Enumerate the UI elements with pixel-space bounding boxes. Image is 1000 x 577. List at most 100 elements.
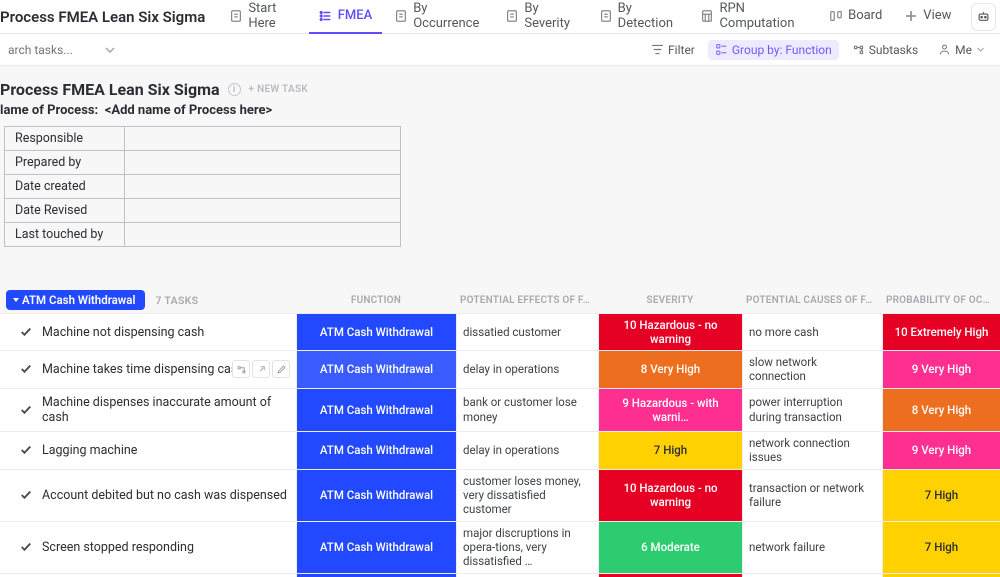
causes-cell[interactable]: network connection issues [742,432,882,469]
task-name-cell[interactable]: Account debited but no cash was dispense… [0,470,296,521]
function-cell[interactable]: ATM Cash Withdrawal [296,314,456,350]
severity-cell[interactable]: 10 Hazardous - no warning [598,470,742,521]
check-icon[interactable] [20,444,32,456]
meta-value [125,223,401,247]
view-tab-rpn-computation[interactable]: RPN Computation [690,0,817,34]
causes-cell[interactable]: network failure [742,522,882,573]
column-header[interactable]: PROBABILITY OF OCCURRE… [882,295,1000,306]
check-icon[interactable] [20,326,32,338]
view-tab-start-here[interactable]: Start Here [219,0,306,34]
task-name-cell[interactable]: Machine dispenses inaccurate amount of c… [0,389,296,431]
task-row[interactable]: Lagging machineATM Cash Withdrawaldelay … [0,431,1000,469]
meta-key: Date created [5,175,125,199]
me-control[interactable]: Me [931,40,992,60]
view-tab-board[interactable]: Board [819,0,892,34]
severity-cell[interactable]: 9 Hazardous - with warni… [598,389,742,431]
task-name-cell[interactable]: Machine not dispensing cash [0,314,296,350]
task-count: 7 TASKS [155,294,198,307]
effects-cell[interactable]: customer loses money, very dissatisfied … [456,470,598,521]
subtask-icon[interactable] [232,360,250,378]
person-icon [938,43,951,56]
probability-cell[interactable]: 7 High [882,522,1000,573]
probability-cell[interactable]: 10 Extremely High [882,314,1000,350]
effects-cell[interactable]: delay in operations [456,432,598,469]
subtasks-control[interactable]: Subtasks [845,40,925,60]
view-tab-fmea[interactable]: FMEA [309,0,383,34]
view-tab-by-detection[interactable]: By Detection [589,0,689,34]
task-name-cell[interactable]: Screen stopped responding [0,522,296,573]
severity-cell[interactable]: 6 Moderate [598,522,742,573]
meta-row: Last touched by [5,223,401,247]
function-cell[interactable]: ATM Cash Withdrawal [296,432,456,469]
task-name-cell[interactable]: Machine takes time dispensing cash [0,351,296,388]
effects-cell[interactable]: delay in operations [456,351,598,388]
task-row[interactable]: Machine dispenses inaccurate amount of c… [0,388,1000,431]
view-tab-by-occurrence[interactable]: By Occurrence [384,0,493,34]
row-hover-actions [232,360,290,378]
task-row[interactable]: Screen stopped respondingATM Cash Withdr… [0,521,1000,573]
content-area: Process FMEA Lean Six Sigma i + NEW TASK… [0,66,1000,577]
severity-cell[interactable]: 7 High [598,432,742,469]
function-cell[interactable]: ATM Cash Withdrawal [296,351,456,388]
group-badge[interactable]: ATM Cash Withdrawal [6,290,145,310]
task-name: Machine dispenses inaccurate amount of c… [42,395,288,425]
function-cell[interactable]: ATM Cash Withdrawal [296,389,456,431]
column-header[interactable]: FUNCTION [296,295,456,306]
doc-icon [394,9,408,23]
effects-cell[interactable]: bank or customer lose money [456,389,598,431]
probability-cell[interactable]: 7 High [882,470,1000,521]
meta-key: Responsible [5,127,125,151]
search-input[interactable] [8,43,98,57]
process-name-value: <Add name of Process here> [105,103,273,118]
probability-cell[interactable]: 9 Very High [882,351,1000,388]
task-group: ATM Cash Withdrawal 7 TASKS FUNCTIONPOTE… [0,287,1000,577]
page-title: Process FMEA Lean Six Sigma [0,8,217,26]
check-icon[interactable] [20,489,32,501]
causes-cell[interactable]: slow network connection [742,351,882,388]
task-name: Account debited but no cash was dispense… [42,488,287,503]
function-cell[interactable]: ATM Cash Withdrawal [296,522,456,573]
new-task-button[interactable]: + NEW TASK [249,84,309,95]
info-icon[interactable]: i [228,83,241,96]
probability-cell[interactable]: 8 Very High [882,389,1000,431]
causes-cell[interactable]: transaction or network failure [742,470,882,521]
task-row[interactable]: Card stuck in the machineATM Cash Withdr… [0,573,1000,577]
column-header[interactable]: POTENTIAL EFFECTS OF FAILURE [456,295,598,306]
meta-value [125,127,401,151]
group-icon [715,43,728,56]
groupby-control[interactable]: Group by: Function [708,40,839,60]
severity-cell[interactable]: 8 Very High [598,351,742,388]
list-icon [319,9,333,23]
task-name: Machine not dispensing cash [42,325,204,340]
search-input-wrap[interactable] [8,43,116,57]
check-icon[interactable] [20,363,32,375]
task-row[interactable]: Machine not dispensing cash ATM Cash With… [0,313,1000,350]
column-header[interactable]: SEVERITY [598,295,742,306]
filter-control[interactable]: Filter [644,40,702,60]
column-header[interactable]: POTENTIAL CAUSES OF FAILURE [742,295,882,306]
causes-cell[interactable]: no more cash [742,314,882,350]
check-icon[interactable] [20,541,32,553]
task-row[interactable]: Machine takes time dispensing cash ATM Ca… [0,350,1000,388]
severity-cell[interactable]: 10 Hazardous - no warning [598,314,742,350]
task-row[interactable]: Account debited but no cash was dispense… [0,469,1000,521]
view-tab-view[interactable]: View [894,0,961,34]
link-icon[interactable] [252,360,270,378]
task-name-cell[interactable]: Lagging machine [0,432,296,469]
meta-row: Date Revised [5,199,401,223]
edit-icon[interactable] [272,360,290,378]
automations-button[interactable] [971,3,996,31]
meta-key: Last touched by [5,223,125,247]
function-cell[interactable]: ATM Cash Withdrawal [296,470,456,521]
group-header: ATM Cash Withdrawal 7 TASKS FUNCTIONPOTE… [0,287,1000,313]
meta-key: Date Revised [5,199,125,223]
view-tab-by-severity[interactable]: By Severity [495,0,586,34]
effects-cell[interactable]: dissatied customer [456,314,598,350]
doc-icon [505,9,519,23]
effects-cell[interactable]: major discruptions in opera-tions, very … [456,522,598,573]
check-icon[interactable] [20,404,32,416]
probability-cell[interactable]: 9 Very High [882,432,1000,469]
doc-icon [229,9,243,23]
task-name: Machine takes time dispensing cash [42,362,244,377]
causes-cell[interactable]: power interruption during transaction [742,389,882,431]
